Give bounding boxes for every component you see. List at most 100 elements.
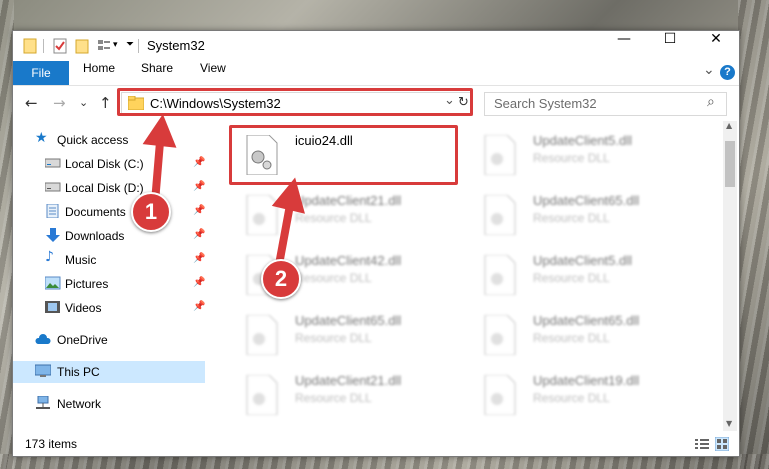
file-type: Resource DLL — [533, 271, 610, 285]
pin-icon[interactable]: 📌 — [193, 229, 205, 240]
drive-icon — [45, 182, 61, 192]
vertical-scrollbar[interactable]: ▲ ▼ — [723, 121, 737, 431]
drive-icon — [45, 158, 61, 168]
sidebar-item-this-pc[interactable]: This PC — [13, 361, 205, 383]
divider — [43, 39, 44, 53]
help-icon[interactable]: ? — [720, 65, 735, 80]
scroll-up-icon[interactable]: ▲ — [726, 121, 732, 130]
customize-toolbar-icon[interactable] — [97, 38, 111, 54]
file-item[interactable]: UpdateClient65.dll Resource DLL — [237, 307, 457, 365]
file-name: UpdateClient5.dll — [533, 133, 633, 148]
search-field[interactable]: Search System32 ⌕ — [484, 92, 727, 116]
close-button[interactable]: ✕ — [693, 31, 739, 61]
pin-icon[interactable]: 📌 — [193, 205, 205, 216]
scroll-down-icon[interactable]: ▼ — [726, 419, 732, 428]
sidebar-item-label: Quick access — [57, 133, 129, 147]
videos-icon — [45, 301, 60, 313]
search-icon[interactable]: ⌕ — [707, 94, 715, 110]
minimize-button[interactable]: — — [601, 31, 647, 61]
downloads-icon — [46, 228, 60, 242]
tab-view[interactable]: View — [200, 61, 226, 85]
file-type: Resource DLL — [533, 391, 610, 405]
dll-file-icon — [484, 135, 516, 175]
chevron-down-icon[interactable]: ▾ — [113, 40, 118, 56]
back-button[interactable]: ← — [25, 94, 38, 112]
sidebar-item-label: Network — [57, 397, 102, 411]
pin-icon[interactable]: 📌 — [193, 157, 205, 168]
file-name: UpdateClient65.dll — [533, 193, 640, 208]
item-count: 173 items — [25, 437, 78, 451]
sidebar-item-label: This PC — [57, 365, 100, 379]
file-item[interactable]: UpdateClient65.dll Resource DLL — [475, 307, 695, 365]
sidebar-item-label: Documents — [65, 205, 126, 219]
pictures-icon — [45, 276, 61, 290]
expand-ribbon-icon[interactable]: ⌄ — [703, 61, 715, 85]
sidebar-item-downloads[interactable]: Downloads 📌 — [13, 225, 205, 247]
quick-access-toolbar-dropdown-icon[interactable]: ⏷ — [126, 39, 134, 55]
sidebar-item-pictures[interactable]: Pictures 📌 — [13, 273, 205, 295]
sidebar-item-label: Music — [65, 253, 97, 267]
file-type: Resource DLL — [533, 331, 610, 345]
sidebar-item-label: OneDrive — [57, 333, 108, 347]
file-name: UpdateClient21.dll — [295, 373, 402, 388]
scrollbar-thumb[interactable] — [725, 141, 735, 187]
sidebar-item-network[interactable]: Network — [13, 393, 205, 415]
file-item[interactable]: UpdateClient21.dll Resource DLL — [237, 367, 457, 425]
pin-icon[interactable]: 📌 — [193, 301, 205, 312]
file-name: UpdateClient65.dll — [533, 313, 640, 328]
search-placeholder: Search System32 — [494, 96, 597, 111]
sidebar-item-videos[interactable]: Videos 📌 — [13, 297, 205, 319]
divider — [138, 39, 139, 53]
pin-icon[interactable]: 📌 — [193, 277, 205, 288]
pin-icon[interactable]: 📌 — [193, 253, 205, 264]
sidebar-item-label: Downloads — [65, 229, 125, 243]
dll-file-icon — [484, 255, 516, 295]
star-icon: ★ — [35, 130, 48, 146]
file-item[interactable]: UpdateClient5.dll Resource DLL — [475, 127, 695, 185]
cloud-icon — [35, 334, 51, 344]
tab-file[interactable]: File — [13, 61, 69, 85]
music-icon: ♪ — [45, 249, 54, 265]
dll-file-icon — [484, 315, 516, 355]
dll-file-icon — [246, 375, 278, 415]
sidebar-item-label: Pictures — [65, 277, 109, 291]
file-item[interactable]: UpdateClient65.dll Resource DLL — [475, 187, 695, 245]
file-item[interactable]: UpdateClient19.dll Resource DLL — [475, 367, 695, 425]
callout-badge-1: 1 — [131, 192, 171, 232]
computer-icon — [35, 364, 51, 377]
file-type: Resource DLL — [295, 391, 372, 405]
details-view-icon[interactable] — [695, 438, 709, 450]
properties-icon[interactable] — [53, 38, 67, 54]
file-name: UpdateClient5.dll — [533, 253, 633, 268]
documents-icon — [46, 204, 59, 218]
forward-button[interactable]: → — [53, 94, 66, 112]
up-button[interactable]: ↑ — [99, 94, 112, 112]
file-name: UpdateClient65.dll — [295, 313, 402, 328]
pin-icon[interactable]: 📌 — [193, 181, 205, 192]
recent-locations-button[interactable]: ⌄ — [79, 96, 88, 109]
file-type: Resource DLL — [533, 151, 610, 165]
file-type: Resource DLL — [533, 211, 610, 225]
dll-file-icon — [484, 195, 516, 235]
callout-badge-2: 2 — [261, 259, 301, 299]
title-bar: ▾ ⏷ System32 — ☐ ✕ — [13, 31, 739, 61]
window-title: System32 — [147, 38, 205, 53]
new-folder-icon[interactable] — [75, 38, 89, 54]
large-icons-view-icon[interactable] — [715, 437, 729, 451]
status-bar: 173 items — [13, 432, 739, 456]
file-name: UpdateClient19.dll — [533, 373, 640, 388]
sidebar-item-onedrive[interactable]: OneDrive — [13, 329, 205, 351]
desktop-background — [738, 0, 769, 469]
tab-home[interactable]: Home — [83, 61, 115, 85]
ribbon: File Home Share View ⌄ ? — [13, 61, 739, 86]
sidebar-item-label: Videos — [65, 301, 102, 315]
dll-file-icon — [484, 375, 516, 415]
file-type: Resource DLL — [295, 331, 372, 345]
dll-file-icon — [246, 315, 278, 355]
file-item[interactable]: UpdateClient5.dll Resource DLL — [475, 247, 695, 305]
sidebar-item-music[interactable]: ♪ Music 📌 — [13, 249, 205, 271]
tab-share[interactable]: Share — [141, 61, 173, 85]
maximize-button[interactable]: ☐ — [647, 31, 693, 61]
folder-icon — [23, 38, 37, 54]
network-icon — [36, 396, 50, 409]
